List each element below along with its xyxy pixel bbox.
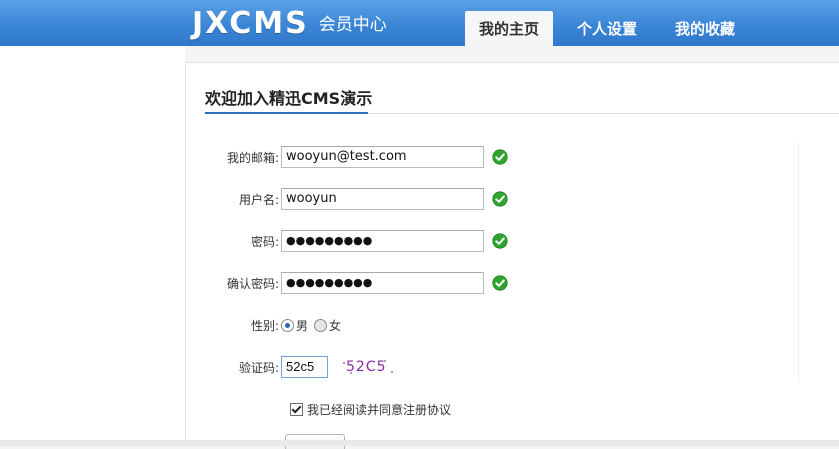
- bottom-edge: [0, 440, 839, 446]
- captcha-image-text: 52C5: [346, 359, 387, 375]
- confirm-password-label: 确认密码:: [226, 276, 279, 291]
- main-nav: 我的主页 个人设置 我的收藏: [465, 11, 759, 46]
- password-label: 密码:: [250, 234, 279, 249]
- left-blank-area: [0, 46, 185, 440]
- gender-male-radio[interactable]: [281, 318, 294, 332]
- password-field[interactable]: ●●●●●●●●●: [281, 230, 484, 252]
- captcha-noise: [391, 371, 393, 373]
- confirm-password-field[interactable]: ●●●●●●●●●: [281, 272, 484, 294]
- check-circle-icon: [492, 149, 508, 165]
- username-label: 用户名:: [238, 192, 279, 207]
- gender-row: 性别: 男 女: [186, 314, 341, 336]
- email-row: 我的邮箱:: [186, 146, 508, 168]
- agree-checkbox[interactable]: [290, 402, 303, 416]
- gender-male-label[interactable]: 男: [296, 317, 308, 334]
- gender-female-label[interactable]: 女: [329, 317, 341, 334]
- username-field[interactable]: [281, 188, 484, 210]
- password-row: 密码: ●●●●●●●●●: [186, 230, 508, 252]
- logo-text: JXCMS: [192, 5, 309, 41]
- check-circle-icon: [492, 233, 508, 249]
- agree-label[interactable]: 我已经阅读并同意注册协议: [307, 401, 451, 418]
- captcha-row: 验证码: 52C5: [186, 356, 400, 378]
- tab-my-favorites[interactable]: 我的收藏: [661, 11, 749, 46]
- check-circle-icon: [492, 275, 508, 291]
- username-row: 用户名:: [186, 188, 508, 210]
- title-accent-bar: [205, 112, 368, 114]
- right-divider: [798, 143, 799, 383]
- gender-female-radio[interactable]: [314, 318, 328, 332]
- check-circle-icon: [492, 191, 508, 207]
- email-label: 我的邮箱:: [226, 150, 279, 165]
- register-card: 欢迎加入精迅CMS演示 我的邮箱: 用户名: 密码: ●●●●●●●●● 确认密…: [185, 62, 839, 449]
- captcha-image[interactable]: 52C5: [340, 356, 400, 378]
- confirm-password-row: 确认密码: ●●●●●●●●●: [186, 272, 508, 294]
- tab-personal-settings[interactable]: 个人设置: [563, 11, 651, 46]
- gender-radio-group: 男 女: [281, 317, 341, 334]
- agree-row: 我已经阅读并同意注册协议: [290, 398, 451, 420]
- top-header: JXCMS 会员中心 我的主页 个人设置 我的收藏: [0, 0, 839, 46]
- logo-subtitle: 会员中心: [318, 14, 387, 35]
- email-field[interactable]: [281, 146, 484, 168]
- captcha-input[interactable]: [281, 356, 328, 378]
- agree-terms[interactable]: 我已经阅读并同意注册协议: [290, 401, 451, 418]
- logo[interactable]: JXCMS 会员中心: [192, 5, 387, 41]
- gender-label: 性别:: [250, 318, 279, 333]
- page-title: 欢迎加入精迅CMS演示: [205, 89, 373, 108]
- captcha-label: 验证码:: [238, 360, 279, 375]
- tab-my-homepage[interactable]: 我的主页: [465, 11, 554, 46]
